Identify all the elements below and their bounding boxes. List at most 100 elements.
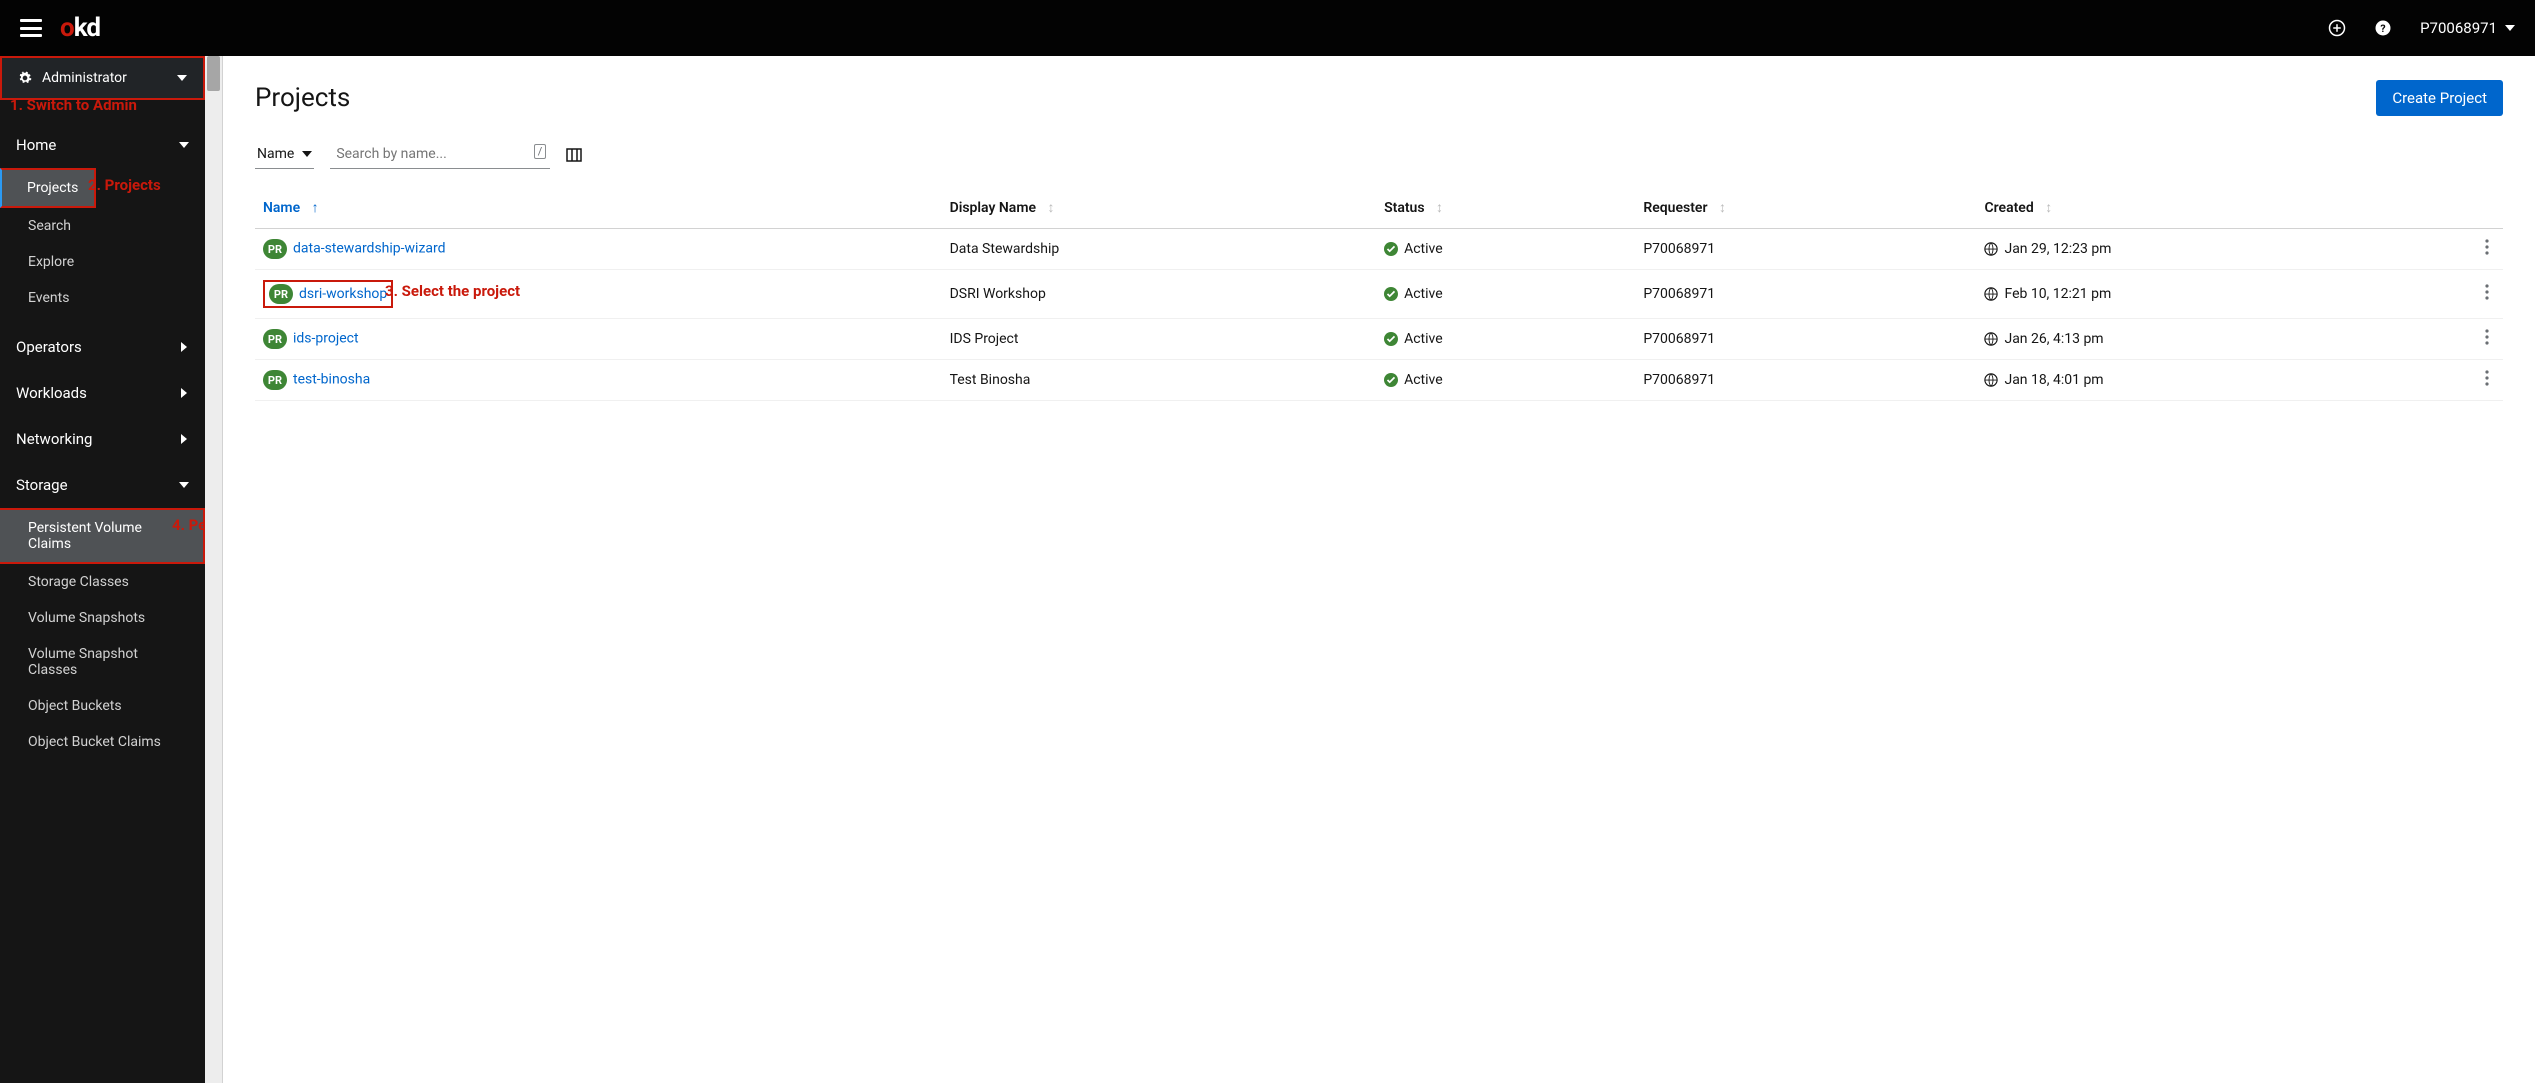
nav-item-volume-snapshot-classes[interactable]: Volume Snapshot Classes <box>0 636 205 688</box>
table-row: PR test-binosha Test Binosha Active P7006897… <box>255 360 2503 401</box>
kebab-menu-button[interactable] <box>2485 370 2489 386</box>
caret-down-icon <box>177 75 187 81</box>
nav-header-label: Networking <box>16 430 92 448</box>
status-cell: Active <box>1384 241 1627 257</box>
filter-attribute-dropdown[interactable]: Name <box>255 140 314 169</box>
annotation-1: 1. Switch to Admin <box>10 96 137 114</box>
page-title: Projects <box>255 83 350 113</box>
col-header-created[interactable]: Created ↕ <box>1976 187 2471 229</box>
annotation-4: 4. Persistent Storage <box>172 516 205 534</box>
nav-header-label: Workloads <box>16 384 87 402</box>
search-input[interactable] <box>330 140 550 169</box>
nav-item-storage-classes[interactable]: Storage Classes <box>0 564 205 600</box>
add-icon[interactable] <box>2328 19 2346 37</box>
sort-asc-icon: ↑ <box>312 200 319 216</box>
nav-header-home[interactable]: Home <box>0 122 205 168</box>
col-header-requester[interactable]: Requester ↕ <box>1635 187 1976 229</box>
caret-down-icon <box>302 151 312 157</box>
scrollbar[interactable] <box>205 56 223 1083</box>
nav-header-storage[interactable]: Storage <box>0 462 205 508</box>
kebab-menu-button[interactable] <box>2485 284 2489 300</box>
scrollbar-thumb[interactable] <box>207 56 220 91</box>
nav-item-label: Volume Snapshots <box>28 610 145 626</box>
chevron-right-icon <box>179 342 189 352</box>
project-link[interactable]: dsri-workshop <box>299 286 387 302</box>
display-name-cell: Data Stewardship <box>942 229 1377 270</box>
nav-item-label: Explore <box>28 254 74 270</box>
requester-cell: P70068971 <box>1635 360 1976 401</box>
created-text: Jan 18, 4:01 pm <box>2004 372 2103 388</box>
nav-item-projects[interactable]: Projects <box>0 168 96 208</box>
help-icon[interactable]: ? <box>2374 19 2392 37</box>
project-link[interactable]: test-binosha <box>293 372 370 388</box>
caret-down-icon <box>2505 25 2515 31</box>
nav-section-storage: Storage Persistent Volume Claims 4. Pers… <box>0 462 205 760</box>
col-header-status[interactable]: Status ↕ <box>1376 187 1635 229</box>
nav-item-explore[interactable]: Explore <box>0 244 205 280</box>
nav-header-workloads[interactable]: Workloads <box>0 370 205 416</box>
annotation-3: 3. Select the project <box>385 282 520 300</box>
nav-section-home: Home Projects 2. Projects Search Explore… <box>0 122 205 316</box>
status-cell: Active <box>1384 331 1627 347</box>
check-circle-icon <box>1384 332 1398 346</box>
nav-item-label: Volume Snapshot Classes <box>28 646 138 678</box>
created-text: Jan 29, 12:23 pm <box>2004 241 2111 257</box>
perspective-switcher[interactable]: Administrator <box>0 56 205 100</box>
masthead: okd ? P70068971 <box>0 0 2535 56</box>
project-badge: PR <box>263 370 287 390</box>
display-name-cell: IDS Project <box>942 319 1377 360</box>
nav-item-label: Object Buckets <box>28 698 122 714</box>
kebab-menu-button[interactable] <box>2485 329 2489 345</box>
project-badge: PR <box>263 239 287 259</box>
column-management-button[interactable] <box>566 147 582 163</box>
nav-item-label: Projects <box>27 180 78 196</box>
nav-item-object-bucket-claims[interactable]: Object Bucket Claims <box>0 724 205 760</box>
nav-item-search[interactable]: Search <box>0 208 205 244</box>
project-badge: PR <box>263 329 287 349</box>
search-shortcut-hint: / <box>534 144 547 159</box>
project-link[interactable]: data-stewardship-wizard <box>293 241 446 257</box>
created-cell: Jan 26, 4:13 pm <box>1984 331 2463 347</box>
logo-o: o <box>60 13 74 43</box>
check-circle-icon <box>1384 373 1398 387</box>
requester-cell: P70068971 <box>1635 270 1976 319</box>
nav-item-label: Object Bucket Claims <box>28 734 161 750</box>
create-project-button[interactable]: Create Project <box>2376 80 2503 116</box>
sort-icon: ↕ <box>1719 200 1726 216</box>
col-header-name[interactable]: Name ↑ <box>255 187 942 229</box>
svg-text:?: ? <box>2380 22 2385 35</box>
table-row: PRids-projectIDS ProjectActiveP70068971J… <box>255 319 2503 360</box>
chevron-right-icon <box>179 434 189 444</box>
nav-toggle-button[interactable] <box>20 19 42 37</box>
chevron-down-icon <box>179 140 189 150</box>
nav-header-operators[interactable]: Operators <box>0 324 205 370</box>
col-label: Requester <box>1643 200 1707 216</box>
col-header-display-name[interactable]: Display Name ↕ <box>942 187 1377 229</box>
status-text: Active <box>1404 241 1443 257</box>
created-text: Feb 10, 12:21 pm <box>2004 286 2111 302</box>
list-toolbar: Name / <box>255 140 2503 169</box>
nav-item-object-buckets[interactable]: Object Buckets <box>0 688 205 724</box>
project-link[interactable]: ids-project <box>293 331 359 347</box>
logo[interactable]: okd <box>60 13 100 43</box>
filter-attribute-label: Name <box>257 146 294 162</box>
status-text: Active <box>1404 372 1443 388</box>
logo-kd: kd <box>74 13 100 43</box>
sort-icon: ↕ <box>2045 200 2052 216</box>
globe-icon <box>1984 373 1998 387</box>
nav-header-networking[interactable]: Networking <box>0 416 205 462</box>
kebab-menu-button[interactable] <box>2485 239 2489 255</box>
nav-item-volume-snapshots[interactable]: Volume Snapshots <box>0 600 205 636</box>
status-cell: Active <box>1384 286 1627 302</box>
user-menu[interactable]: P70068971 <box>2420 19 2515 37</box>
nav-item-events[interactable]: Events <box>0 280 205 316</box>
display-name-cell: DSRI Workshop <box>942 270 1377 319</box>
nav-item-label: Search <box>28 218 71 234</box>
nav-header-label: Home <box>16 136 56 154</box>
chevron-down-icon <box>179 480 189 490</box>
display-name-cell: Test Binosha <box>942 360 1377 401</box>
perspective-label: Administrator <box>42 70 127 86</box>
projects-table: Name ↑ Display Name ↕ Status ↕ Request <box>255 187 2503 401</box>
globe-icon <box>1984 287 1998 301</box>
nav-header-label: Storage <box>16 476 68 494</box>
